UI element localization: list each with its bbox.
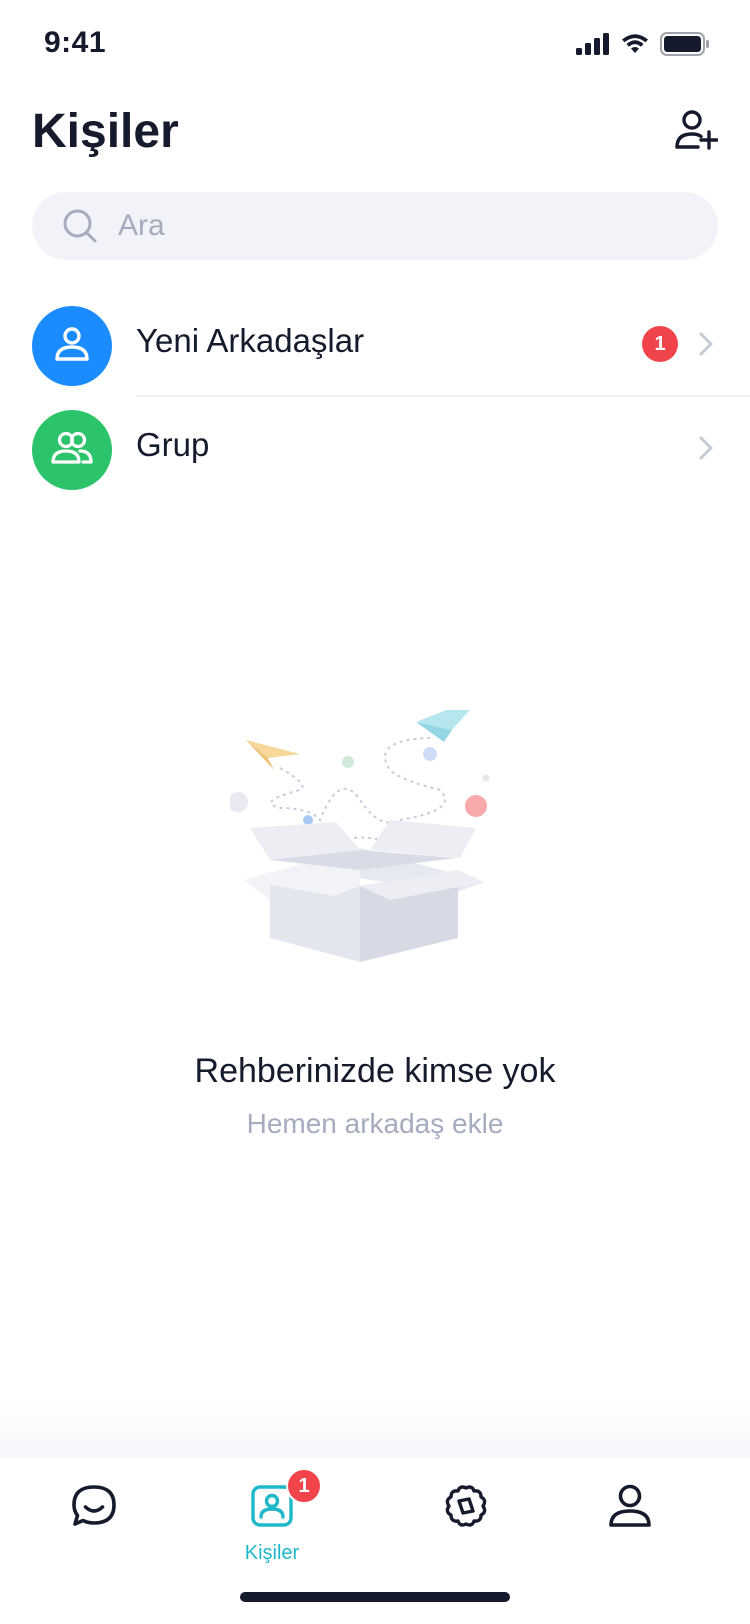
list-item-new-friends[interactable]: Yeni Arkadaşlar 1 xyxy=(0,292,750,396)
status-icons xyxy=(576,32,710,61)
chevron-right-icon xyxy=(694,330,718,358)
search-input[interactable] xyxy=(118,209,678,243)
tab-label: Kişiler xyxy=(244,1542,300,1564)
battery-icon xyxy=(660,32,710,61)
tab-discover[interactable] xyxy=(406,1482,526,1582)
search-bar[interactable] xyxy=(32,192,718,260)
person-icon xyxy=(52,324,92,369)
wifi-icon xyxy=(620,33,650,60)
add-friend-button[interactable] xyxy=(668,104,724,160)
chevron-right-icon xyxy=(694,434,718,462)
group-avatar xyxy=(32,410,112,490)
empty-state-title: Rehberinizde kimse yok xyxy=(194,1052,556,1090)
chat-icon xyxy=(70,1482,118,1530)
contacts-screen: 9:41 Kişiler Ara Yeni Arkadaşlar 1 Grup … xyxy=(0,0,750,1624)
tab-chats[interactable] xyxy=(34,1482,154,1582)
person-add-icon xyxy=(674,108,719,157)
list-item-label: Grup xyxy=(136,426,210,463)
empty-box-illustration xyxy=(228,696,520,1000)
tab-contacts[interactable]: 1 Kişiler xyxy=(212,1468,332,1582)
list-item-group[interactable]: Grup xyxy=(0,396,750,500)
tab-bar-shadow xyxy=(0,1400,750,1460)
list-item-label: Yeni Arkadaşlar xyxy=(136,322,365,359)
status-time: 9:41 xyxy=(44,26,107,59)
search-icon xyxy=(62,208,98,244)
notification-badge: 1 xyxy=(642,326,678,362)
page-title: Kişiler xyxy=(32,105,179,158)
profile-icon xyxy=(606,1482,654,1530)
status-bar: 9:41 xyxy=(0,0,750,88)
home-indicator xyxy=(240,1592,510,1602)
discover-icon xyxy=(442,1482,490,1530)
new-friends-avatar xyxy=(32,306,112,386)
tab-profile[interactable] xyxy=(570,1482,690,1582)
group-icon xyxy=(50,428,94,473)
empty-state-subtitle: Hemen arkadaş ekle xyxy=(246,1108,504,1139)
tab-notification-badge: 1 xyxy=(286,1468,322,1504)
signal-icon xyxy=(576,33,610,60)
